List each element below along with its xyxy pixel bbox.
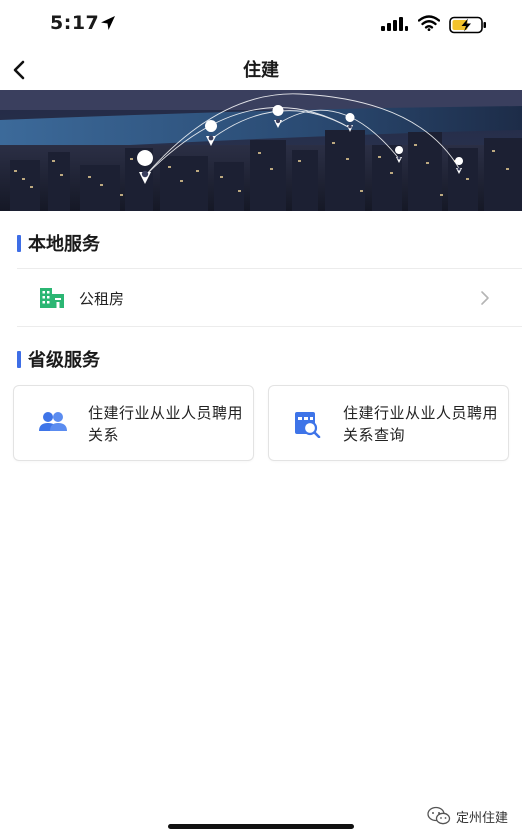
section-title-provincial: 省级服务 [28, 350, 100, 371]
home-indicator[interactable] [168, 824, 354, 829]
card-label: 住建行业从业人员聘用关系查询 [343, 404, 499, 444]
watermark-text: 定州住建 [455, 810, 508, 826]
divider [17, 268, 522, 269]
section-accent-bar [17, 350, 21, 368]
battery-charging-icon [449, 16, 486, 34]
service-card-employment-relation-query[interactable]: 住建行业从业人员聘用关系查询 [268, 385, 509, 461]
section-header-provincial: 省级服务 [17, 346, 100, 372]
search-document-icon [295, 412, 321, 438]
section-header-local: 本地服务 [17, 230, 100, 256]
city-skyline-image [0, 90, 522, 211]
service-card-employment-relation[interactable]: 住建行业从业人员聘用关系 [13, 385, 254, 461]
status-time: 5:17 [50, 12, 100, 34]
list-item-public-rental-housing[interactable]: 公租房 [17, 270, 522, 326]
cellular-signal-icon [381, 17, 408, 31]
divider [17, 326, 522, 327]
people-icon [39, 412, 67, 431]
chevron-right-icon [481, 291, 489, 305]
navigation-bar: 住建 [0, 50, 522, 90]
building-icon [40, 288, 64, 308]
wifi-icon [418, 15, 440, 31]
page-title: 住建 [243, 60, 279, 81]
banner-image [0, 90, 522, 211]
wechat-icon [427, 806, 451, 825]
watermark: 定州住建 [427, 806, 508, 826]
status-bar: 5:17 [0, 0, 522, 50]
section-accent-bar [17, 234, 21, 252]
card-label: 住建行业从业人员聘用关系 [88, 404, 244, 444]
list-item-label: 公租房 [79, 289, 125, 308]
location-arrow-icon [101, 16, 115, 30]
section-title-local: 本地服务 [28, 234, 100, 255]
